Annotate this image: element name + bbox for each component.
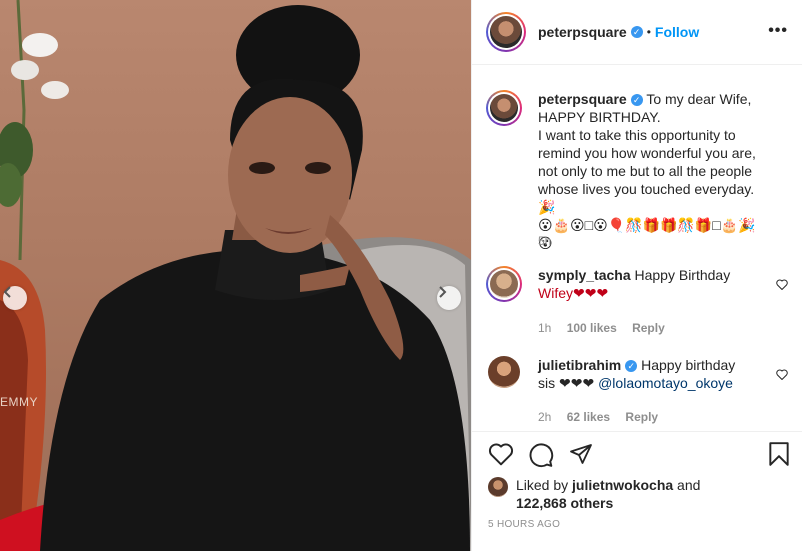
- caption-line: remind you how wonderful you are,: [538, 145, 756, 161]
- caption-emojis: 😮🎂😮□😮🎈🎊🎁🎁🎊🎁□🎂🎉😮: [538, 217, 756, 251]
- verified-badge-icon: ✓: [630, 26, 643, 38]
- caption-line: HAPPY BIRTHDAY.: [538, 109, 661, 125]
- liker-avatar[interactable]: [488, 477, 508, 497]
- post-timestamp[interactable]: 5 HOURS AGO: [488, 519, 560, 530]
- chevron-left-icon: [3, 286, 11, 298]
- comment-text: sis ❤❤❤: [538, 375, 599, 391]
- caption-line: To my dear Wife,: [646, 91, 752, 107]
- portrait-image: [0, 0, 471, 551]
- author-avatar[interactable]: [486, 12, 526, 52]
- author-username[interactable]: peterpsquare: [538, 24, 627, 40]
- save-bookmark-icon[interactable]: [768, 441, 790, 467]
- post-side-panel: peterpsquare ✓ • Follow ••• peterpsquare…: [471, 0, 802, 551]
- chevron-right-icon: [439, 286, 447, 298]
- comment-time[interactable]: 1h: [538, 321, 551, 335]
- comment-text: Happy Birthday: [634, 267, 731, 283]
- comment-text: Happy birthday: [641, 357, 736, 373]
- caption-line: whose lives you touched everyday. 🎉: [538, 181, 755, 215]
- verified-badge-icon: ✓: [625, 360, 638, 373]
- reply-button[interactable]: Reply: [625, 410, 658, 424]
- next-photo-button[interactable]: [437, 286, 461, 310]
- comment-username[interactable]: julietibrahim: [538, 357, 621, 373]
- comment-likes[interactable]: 62 likes: [567, 410, 610, 424]
- commenter-avatar[interactable]: [486, 266, 522, 302]
- commenter-avatar[interactable]: [488, 356, 520, 388]
- previous-photo-button[interactable]: [3, 286, 27, 310]
- mention-link[interactable]: @lolaomotayo_okoye: [598, 375, 733, 391]
- caption-line: I want to take this opportunity to: [538, 127, 736, 143]
- post-header: peterpsquare ✓ • Follow •••: [472, 0, 802, 65]
- comments-list: peterpsquare ✓ To my dear Wife, HAPPY BIR…: [472, 66, 802, 430]
- like-comment-heart-icon[interactable]: [776, 369, 788, 380]
- caption-username[interactable]: peterpsquare: [538, 91, 627, 107]
- more-options-icon[interactable]: •••: [768, 22, 788, 40]
- caption-line: not only to me but to all the people: [538, 163, 753, 179]
- verified-badge-icon: ✓: [630, 94, 643, 107]
- like-comment-heart-icon[interactable]: [776, 279, 788, 290]
- likes-prefix: Liked by: [516, 477, 573, 493]
- likes-summary: Liked by julietnwokocha and 122,868 othe…: [488, 476, 788, 512]
- follow-button[interactable]: Follow: [655, 24, 699, 40]
- comment-text: Wifey❤❤❤: [538, 285, 609, 301]
- liker-username[interactable]: julietnwokocha: [572, 477, 673, 493]
- likes-count[interactable]: 122,868 others: [516, 495, 613, 511]
- like-heart-icon[interactable]: [488, 442, 514, 466]
- post-photo: EMMY: [0, 0, 471, 551]
- separator-dot: •: [646, 25, 651, 39]
- caption-time[interactable]: 5h: [538, 234, 551, 248]
- caption-author-avatar[interactable]: [486, 90, 522, 126]
- comment-likes[interactable]: 100 likes: [567, 321, 617, 335]
- share-icon[interactable]: [568, 442, 594, 466]
- likes-middle: and: [673, 477, 701, 493]
- reply-button[interactable]: Reply: [632, 321, 665, 335]
- watermark-text: EMMY: [0, 395, 38, 409]
- comment-username[interactable]: symply_tacha: [538, 267, 631, 283]
- comment-icon[interactable]: [528, 442, 554, 468]
- post-actions-bar: [472, 431, 802, 475]
- comment-time[interactable]: 2h: [538, 410, 551, 424]
